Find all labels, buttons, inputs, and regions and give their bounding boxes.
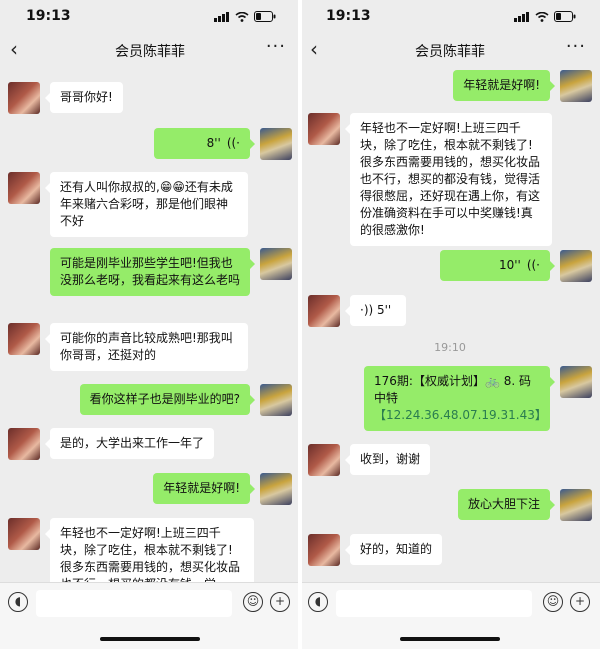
battery-icon bbox=[554, 11, 576, 22]
message-text: 可能是刚毕业那些学生吧!但我也没那么老呀，我看起来有这么老吗 bbox=[60, 256, 241, 287]
incoming-bubble[interactable]: 是的，大学出来工作一年了 bbox=[44, 428, 215, 459]
contact-avatar[interactable] bbox=[8, 172, 40, 204]
message-text: 可能你的声音比较成熟吧!那我叫你哥哥，还挺对的 bbox=[60, 331, 233, 362]
chat-title: 会员陈菲菲 bbox=[415, 44, 485, 60]
contact-avatar[interactable] bbox=[308, 113, 340, 145]
status-bar: 19:13 bbox=[0, 0, 300, 34]
contact-avatar[interactable] bbox=[308, 295, 340, 327]
message-list[interactable]: 年轻就是好啊! 年轻也不一定好啊!上班三四千块，除了吃住，根本就不剩钱了!很多东… bbox=[300, 68, 600, 583]
home-indicator bbox=[100, 637, 200, 641]
voice-duration: 10'' bbox=[498, 258, 521, 272]
wifi-icon bbox=[535, 11, 549, 22]
signal-icon bbox=[214, 11, 229, 22]
message-text: 年轻也不一定好啊!上班三四千块，除了吃住，根本就不剩钱了!很多东西需要用钱的，想… bbox=[360, 121, 541, 237]
message-input[interactable] bbox=[336, 590, 532, 617]
user-avatar[interactable] bbox=[560, 489, 592, 521]
chat-header: ‹ 会员陈菲菲 ··· bbox=[300, 34, 600, 68]
outgoing-bubble[interactable]: 176期:【权威计划】🚲 8. 码中特【12.24.36.48.07.19.31… bbox=[364, 366, 555, 431]
plus-icon[interactable]: + bbox=[570, 592, 590, 612]
message-timestamp: 19:10 bbox=[434, 341, 466, 354]
incoming-bubble[interactable]: 还有人叫你叔叔的,😁😁还有未成年来赌六合彩呀，那是他们眼神不好 bbox=[45, 172, 248, 237]
outgoing-bubble[interactable]: 年轻就是好啊! bbox=[453, 70, 555, 101]
chat-header: ‹ 会员陈菲菲 ··· bbox=[0, 34, 300, 68]
message-text: 年轻就是好啊! bbox=[163, 481, 240, 495]
contact-avatar[interactable] bbox=[308, 444, 340, 476]
message-list[interactable]: 哥哥你好! 8'' ((· 还有人叫你叔叔的,😁😁还有未成年来赌六合彩呀，那是他们… bbox=[0, 68, 300, 583]
contact-avatar[interactable] bbox=[8, 82, 40, 114]
voice-duration: 5'' bbox=[377, 303, 392, 317]
status-bar: 19:13 bbox=[300, 0, 600, 34]
signal-icon bbox=[514, 11, 529, 22]
message-text: 收到，谢谢 bbox=[360, 452, 421, 466]
chat-title: 会员陈菲菲 bbox=[115, 44, 185, 60]
message-text: 看你这样子也是刚毕业的吧? bbox=[89, 392, 240, 406]
input-bar: ◖ ☺ + bbox=[300, 582, 600, 649]
contact-avatar[interactable] bbox=[8, 323, 40, 355]
home-indicator bbox=[400, 637, 500, 641]
voice-icon[interactable]: ◖ bbox=[8, 592, 28, 612]
left-chat-screen: 19:13 ‹ 会员陈菲菲 ··· 哥哥你好! 8'' ((· 还有人叫你叔叔的,… bbox=[0, 0, 300, 649]
more-options-icon[interactable]: ··· bbox=[566, 36, 586, 57]
emoji-icon[interactable]: ☺ bbox=[543, 592, 563, 612]
voice-message-bubble[interactable]: 10'' ((· bbox=[440, 250, 555, 281]
status-icons bbox=[514, 11, 576, 22]
voice-wave-icon: ((· bbox=[226, 136, 240, 150]
outgoing-bubble[interactable]: 年轻就是好啊! bbox=[153, 473, 255, 504]
right-chat-screen: 19:13 ‹ 会员陈菲菲 ··· 年轻就是好啊! 年轻也不一定好啊!上班三四千… bbox=[300, 0, 600, 649]
incoming-bubble[interactable]: 好的，知道的 bbox=[344, 534, 443, 565]
message-input[interactable] bbox=[36, 590, 232, 617]
user-avatar[interactable] bbox=[560, 250, 592, 282]
outgoing-bubble[interactable]: 可能是刚毕业那些学生吧!但我也没那么老呀，我看起来有这么老吗 bbox=[50, 248, 255, 296]
incoming-bubble[interactable]: 可能你的声音比较成熟吧!那我叫你哥哥，还挺对的 bbox=[45, 323, 248, 371]
battery-icon bbox=[254, 11, 276, 22]
outgoing-bubble[interactable]: 看你这样子也是刚毕业的吧? bbox=[79, 384, 256, 415]
voice-icon[interactable]: ◖ bbox=[308, 592, 328, 612]
incoming-bubble[interactable]: 年轻也不一定好啊!上班三四千块，除了吃住，根本就不剩钱了!很多东西需要用钱的，想… bbox=[45, 518, 254, 583]
message-text: 176期:【权威计划】🚲 8. 码中特 bbox=[374, 374, 531, 405]
wifi-icon bbox=[235, 11, 249, 22]
number-list-text: 【12.24.36.48.07.19.31.43】 bbox=[374, 408, 547, 422]
message-text: 哥哥你好! bbox=[60, 90, 113, 104]
status-time: 19:13 bbox=[326, 8, 371, 24]
message-text: 是的，大学出来工作一年了 bbox=[60, 436, 205, 450]
voice-message-bubble[interactable]: ·)) 5'' bbox=[345, 295, 406, 326]
user-avatar[interactable] bbox=[260, 128, 292, 160]
incoming-bubble[interactable]: 收到，谢谢 bbox=[344, 444, 431, 475]
message-text: 还有人叫你叔叔的,😁😁还有未成年来赌六合彩呀，那是他们眼神不好 bbox=[60, 180, 233, 228]
status-icons bbox=[214, 11, 276, 22]
more-options-icon[interactable]: ··· bbox=[266, 36, 286, 57]
voice-wave-icon: ·)) bbox=[360, 303, 377, 317]
message-text: 年轻就是好啊! bbox=[463, 78, 540, 92]
user-avatar[interactable] bbox=[560, 366, 592, 398]
incoming-bubble[interactable]: 年轻也不一定好啊!上班三四千块，除了吃住，根本就不剩钱了!很多东西需要用钱的，想… bbox=[345, 113, 552, 246]
user-avatar[interactable] bbox=[260, 473, 292, 505]
voice-duration: 8'' bbox=[206, 136, 221, 150]
status-time: 19:13 bbox=[26, 8, 71, 24]
message-text: 年轻也不一定好啊!上班三四千块，除了吃住，根本就不剩钱了!很多东西需要用钱的，想… bbox=[60, 526, 241, 583]
screenshot-divider bbox=[298, 0, 302, 649]
contact-avatar[interactable] bbox=[8, 428, 40, 460]
user-avatar[interactable] bbox=[560, 70, 592, 102]
contact-avatar[interactable] bbox=[8, 518, 40, 550]
contact-avatar[interactable] bbox=[308, 534, 340, 566]
user-avatar[interactable] bbox=[260, 248, 292, 280]
outgoing-bubble[interactable]: 放心大胆下注 bbox=[457, 489, 556, 520]
message-text: 好的，知道的 bbox=[360, 542, 433, 556]
input-bar: ◖ ☺ + bbox=[0, 582, 300, 649]
user-avatar[interactable] bbox=[260, 384, 292, 416]
incoming-bubble[interactable]: 哥哥你好! bbox=[45, 82, 123, 113]
voice-message-bubble[interactable]: 8'' ((· bbox=[154, 128, 255, 159]
plus-icon[interactable]: + bbox=[270, 592, 290, 612]
emoji-icon[interactable]: ☺ bbox=[243, 592, 263, 612]
message-text: 放心大胆下注 bbox=[467, 497, 540, 511]
voice-wave-icon: ((· bbox=[526, 258, 540, 272]
